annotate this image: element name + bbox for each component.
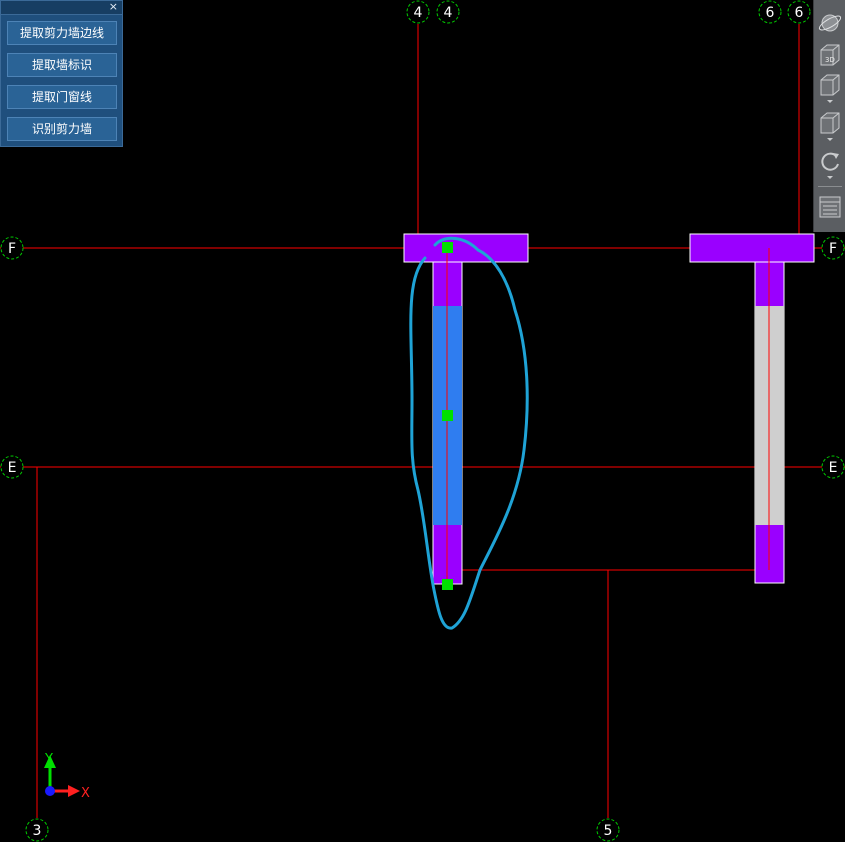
orbit-icon[interactable]: [817, 10, 843, 36]
view-3d-label: 3D: [825, 56, 835, 64]
wall-flange[interactable]: [403, 233, 529, 263]
ucs-x-label: X: [81, 786, 90, 801]
identify-shear-wall-button[interactable]: 识别剪力墙: [7, 117, 117, 141]
view-3d-icon[interactable]: 3D: [817, 42, 843, 68]
shear-wall-right[interactable]: [689, 233, 815, 584]
grip-middle[interactable]: [442, 410, 453, 421]
axis-bubble-right-e-label: E: [829, 460, 838, 476]
extract-shear-wall-edges-button[interactable]: 提取剪力墙边线: [7, 21, 117, 45]
toolbar-separator: [818, 186, 842, 187]
axis-bubble-left-e-label: E: [8, 460, 17, 476]
command-panel: × 提取剪力墙边线 提取墙标识 提取门窗线 识别剪力墙: [0, 0, 123, 147]
extract-door-window-lines-button[interactable]: 提取门窗线: [7, 85, 117, 109]
close-icon[interactable]: ×: [109, 0, 118, 13]
axis-bubble-top-2-label: 4: [444, 5, 453, 21]
navigation-toolbar: 3D: [813, 0, 845, 232]
axis-bubble-top-3-label: 6: [766, 5, 775, 21]
grip-bottom[interactable]: [442, 579, 453, 590]
axis-bubble-right-f-label: F: [829, 241, 837, 257]
axis-bubble-bottom-3-label: 3: [33, 823, 42, 839]
ucs-y-label: Y: [44, 752, 53, 767]
extract-wall-labels-button[interactable]: 提取墙标识: [7, 53, 117, 77]
box-dropdown-icon[interactable]: [817, 110, 843, 141]
axis-bubble-top-4-label: 6: [795, 5, 804, 21]
view-cube-dropdown-icon[interactable]: [817, 72, 843, 103]
ucs-icon: Y X: [44, 752, 90, 801]
layer-list-icon[interactable]: [817, 194, 843, 220]
drawing-canvas[interactable]: 4 4 6 6 F E F E 3 5 Y X: [0, 0, 845, 842]
wall-flange[interactable]: [689, 233, 815, 263]
grip-top[interactable]: [442, 242, 453, 253]
panel-titlebar[interactable]: ×: [1, 0, 122, 15]
axis-lines: [0, 24, 845, 818]
axis-bubbles: 4 4 6 6 F E F E 3 5: [0, 0, 845, 842]
axis-bubble-left-f-label: F: [8, 241, 16, 257]
axis-bubble-top-1-label: 4: [414, 5, 423, 21]
axis-bubble-bottom-5-label: 5: [604, 823, 613, 839]
rotate-dropdown-icon[interactable]: [817, 148, 843, 179]
